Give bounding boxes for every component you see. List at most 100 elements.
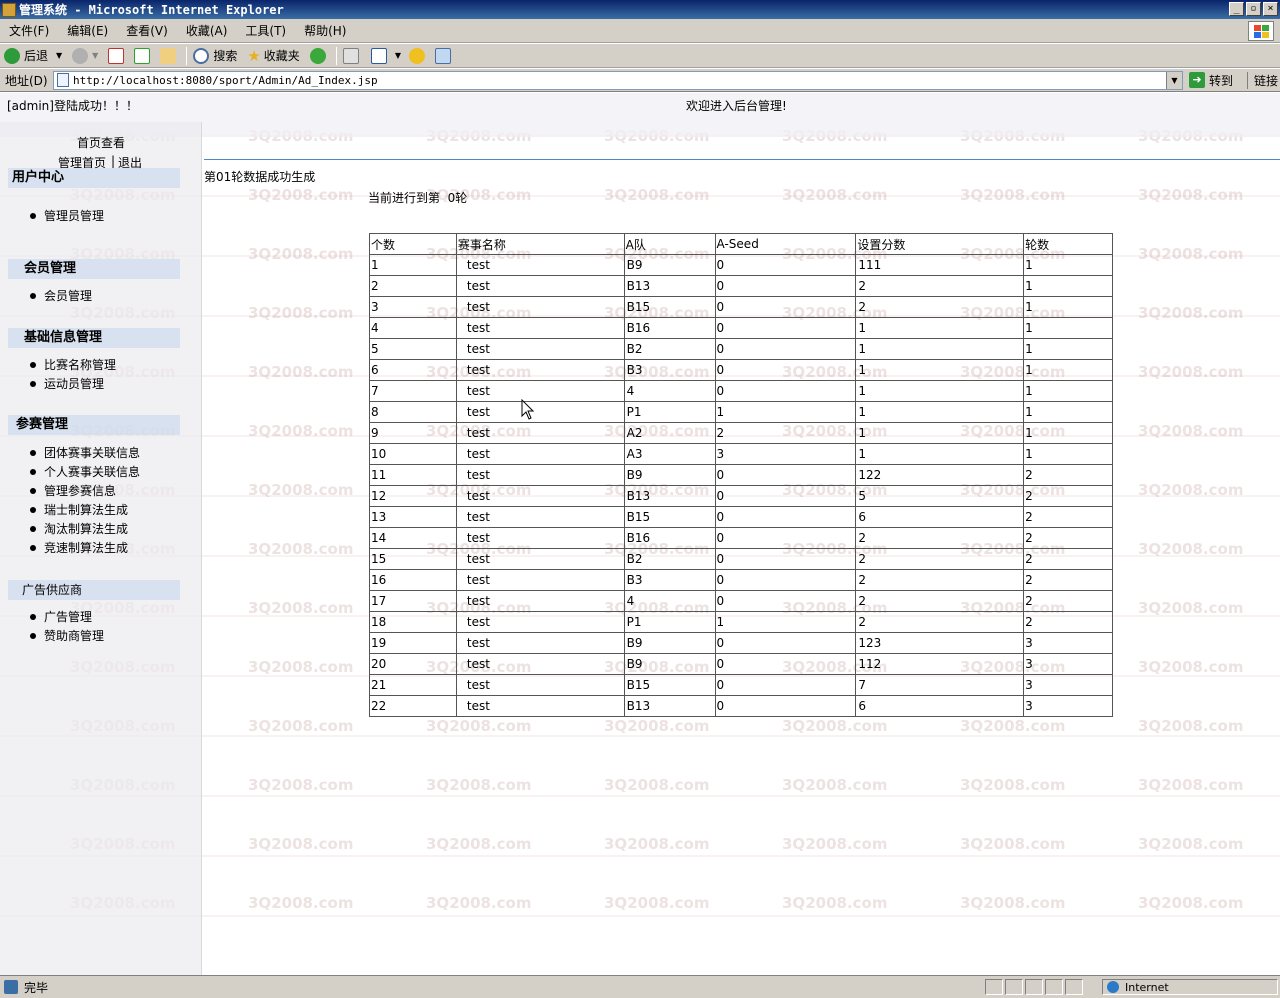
address-dropdown-icon[interactable]: ▼ [1166, 71, 1182, 89]
cell-count: 10 [369, 443, 457, 465]
close-button[interactable]: × [1263, 2, 1278, 16]
back-button[interactable]: 后退 ▼ [4, 47, 62, 64]
forward-button[interactable]: ▼ [72, 47, 98, 64]
cell-a-seed: 0 [714, 317, 857, 339]
watermark-text: 3Q2008.com [248, 894, 354, 912]
cell-round: 1 [1023, 254, 1113, 276]
table-row: 20 test B9 0 112 3 [369, 653, 1113, 675]
cell-a-seed: 0 [714, 338, 857, 360]
nav-ad-manage[interactable]: 广告管理 [30, 608, 92, 625]
stop-icon[interactable] [108, 47, 125, 64]
cell-score: 2 [855, 548, 1025, 570]
cell-a-seed: 0 [714, 695, 857, 717]
watermark-text: 3Q2008.com [782, 776, 888, 794]
watermark-text: 3Q2008.com [248, 245, 354, 263]
table-row: 13 test B15 0 6 2 [369, 506, 1113, 528]
table-row: 19 test B9 0 123 3 [369, 632, 1113, 654]
table-row: 9 test A2 2 1 1 [369, 422, 1113, 444]
cell-score: 1 [855, 338, 1025, 360]
search-label: 搜索 [213, 49, 238, 63]
home-view-link[interactable]: 首页查看 [77, 134, 125, 151]
back-dropdown-icon[interactable]: ▼ [56, 51, 62, 60]
history-icon[interactable] [309, 47, 326, 64]
go-arrow-icon: ➜ [1189, 72, 1205, 88]
cell-a-seed: 0 [714, 632, 857, 654]
watermark-text: 3Q2008.com [426, 717, 532, 735]
nav-athlete[interactable]: 运动员管理 [30, 375, 104, 392]
watermark-text: 3Q2008.com [248, 186, 354, 204]
nav-match-name[interactable]: 比赛名称管理 [30, 356, 116, 373]
cell-count: 17 [369, 590, 457, 612]
cell-a-seed: 0 [714, 359, 857, 381]
edit-dropdown-icon[interactable]: ▼ [395, 51, 401, 60]
cell-a-seed: 0 [714, 380, 857, 402]
table-row: 7 test 4 0 1 1 [369, 380, 1113, 402]
print-icon[interactable] [342, 47, 359, 64]
nav-athlete-label: 运动员管理 [44, 377, 105, 391]
cell-score: 1 [855, 317, 1025, 339]
nav-team-event-label: 团体赛事关联信息 [44, 446, 141, 460]
forward-dropdown-icon[interactable]: ▼ [92, 51, 98, 60]
menu-file[interactable]: 文件(F) [0, 22, 58, 39]
watermark-text: 3Q2008.com [960, 717, 1066, 735]
col-score: 设置分数 [855, 233, 1025, 255]
cell-team-a: 4 [623, 590, 716, 612]
watermark-text: 3Q2008.com [426, 835, 532, 853]
search-button[interactable]: 搜索 [193, 47, 237, 64]
nav-manage-entry[interactable]: 管理参赛信息 [30, 482, 116, 499]
login-message: [admin]登陆成功！！！ [7, 99, 138, 113]
cell-score: 2 [855, 527, 1025, 549]
watermark-text: 3Q2008.com [248, 363, 354, 381]
nav-personal-event[interactable]: 个人赛事关联信息 [30, 463, 140, 480]
cell-count: 12 [369, 485, 457, 507]
cell-round: 1 [1023, 401, 1113, 423]
watermark-text: 3Q2008.com [248, 776, 354, 794]
menu-tools[interactable]: 工具(T) [236, 22, 295, 39]
menu-help[interactable]: 帮助(H) [295, 22, 355, 39]
watermark-text: 3Q2008.com [248, 599, 354, 617]
cell-team-a: B2 [623, 338, 716, 360]
back-label: 后退 [24, 49, 49, 63]
nav-member-manage[interactable]: 会员管理 [30, 287, 92, 304]
favorites-button[interactable]: ★ 收藏夹 [247, 47, 299, 65]
cell-round: 2 [1023, 548, 1113, 570]
watermark-text: 3Q2008.com [426, 776, 532, 794]
ie-app-icon [2, 2, 16, 17]
messenger-icon[interactable] [408, 47, 425, 64]
nav-speed-gen[interactable]: 竞速制算法生成 [30, 539, 128, 556]
nav-sponsor-manage[interactable]: 赞助商管理 [30, 627, 104, 644]
go-button[interactable]: ➜ 转到 [1189, 72, 1233, 89]
cell-round: 2 [1023, 590, 1113, 612]
nav-admin-manage[interactable]: 管理员管理 [30, 207, 104, 224]
table-row: 6 test B3 0 1 1 [369, 359, 1113, 381]
section-user-center: 用户中心 [8, 168, 180, 188]
nav-manage-entry-label: 管理参赛信息 [44, 484, 117, 498]
table-row: 21 test B15 0 7 3 [369, 674, 1113, 696]
refresh-icon[interactable] [134, 47, 151, 64]
nav-swiss-gen[interactable]: 瑞士制算法生成 [30, 501, 128, 518]
menu-edit[interactable]: 编辑(E) [58, 22, 117, 39]
menu-favorites[interactable]: 收藏(A) [177, 22, 237, 39]
links-button[interactable]: 链接 [1247, 71, 1278, 89]
nav-knockout-gen[interactable]: 淘汰制算法生成 [30, 520, 128, 537]
address-input[interactable] [73, 73, 1153, 87]
address-box[interactable]: ▼ [53, 70, 1183, 90]
globe-icon [1107, 981, 1119, 993]
watermark-text: 3Q2008.com [782, 894, 888, 912]
edit-icon[interactable] [370, 47, 387, 64]
cell-team-a: B16 [623, 317, 716, 339]
menu-view[interactable]: 查看(V) [117, 22, 177, 39]
cell-team-a: B16 [623, 527, 716, 549]
restore-button[interactable]: ▫ [1246, 2, 1261, 16]
home-icon[interactable] [160, 47, 177, 64]
section-member: 会员管理 [8, 259, 180, 279]
cell-team-a: B13 [623, 695, 716, 717]
watermark-text: 3Q2008.com [604, 776, 710, 794]
discuss-icon[interactable] [434, 47, 451, 64]
cell-round: 3 [1023, 674, 1113, 696]
cell-event-name: test [455, 569, 625, 591]
nav-team-event[interactable]: 团体赛事关联信息 [30, 444, 140, 461]
table-row: 12 test B13 0 5 2 [369, 485, 1113, 507]
minimize-button[interactable]: _ [1229, 2, 1244, 16]
cell-score: 5 [855, 485, 1025, 507]
